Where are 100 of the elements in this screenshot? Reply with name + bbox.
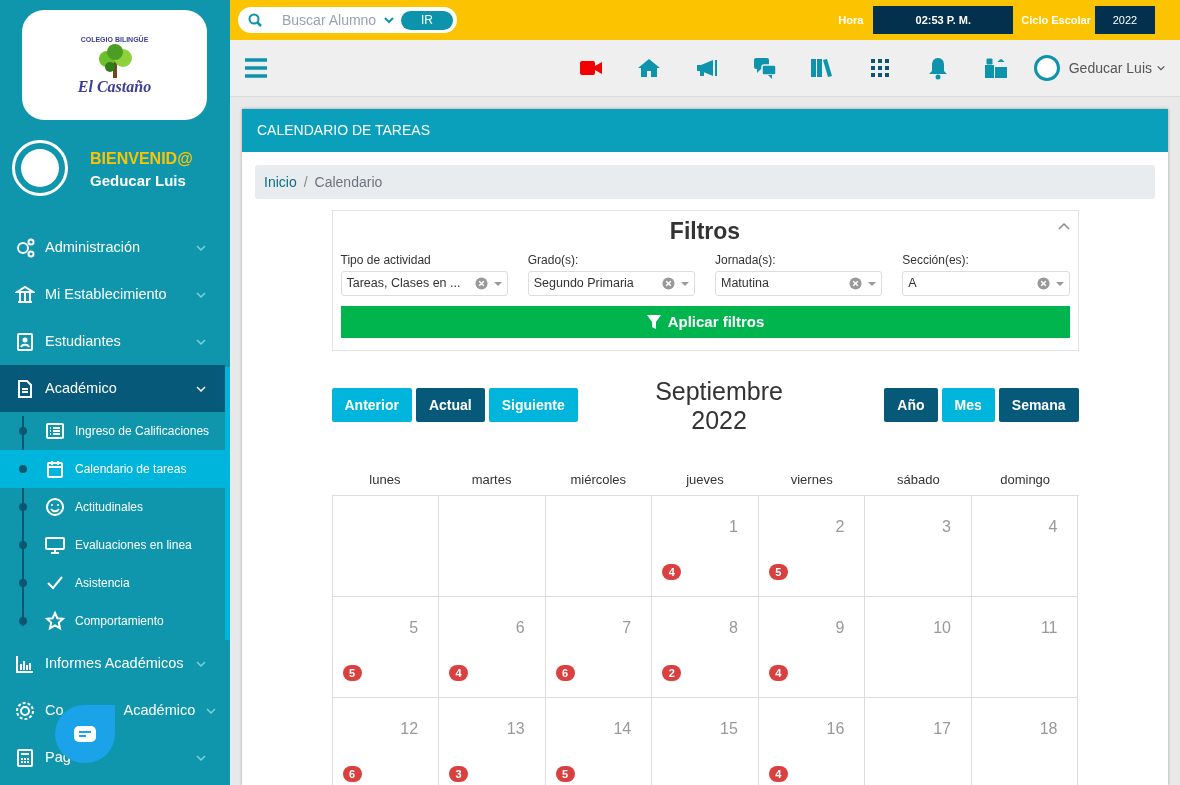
- day-number: 6: [515, 618, 525, 638]
- day-cell[interactable]: 6 4: [439, 597, 546, 698]
- menu-item[interactable]: Co Académico: [0, 687, 225, 734]
- menu-item[interactable]: Informes Académicos: [0, 640, 225, 687]
- collapse-icon[interactable]: [1057, 222, 1070, 230]
- task-count-badge[interactable]: 4: [768, 665, 788, 681]
- task-count-badge[interactable]: 4: [449, 665, 469, 681]
- day-number: 18: [1039, 719, 1058, 739]
- day-cell[interactable]: 2 5: [758, 496, 866, 597]
- user-name: Geducar Luis: [90, 171, 186, 191]
- day-number: 2: [835, 517, 845, 537]
- time-display: 02:53 P. M.: [873, 6, 1014, 34]
- list-icon: [45, 421, 65, 441]
- view-tab[interactable]: Año: [884, 388, 938, 422]
- calculator-icon: [15, 747, 35, 768]
- tree-node: [19, 503, 27, 511]
- caret-icon: [1055, 280, 1064, 287]
- home-icon[interactable]: [636, 56, 661, 80]
- clear-icon[interactable]: [1036, 277, 1050, 290]
- chat-icon: [73, 724, 97, 744]
- view-tab[interactable]: Semana: [998, 388, 1079, 422]
- star-icon: [45, 611, 65, 631]
- day-cell[interactable]: 7 6: [545, 597, 653, 698]
- task-count-badge[interactable]: 2: [662, 665, 682, 681]
- submenu-item[interactable]: Calendario de tareas: [0, 450, 225, 488]
- menu-item[interactable]: Administración: [0, 224, 225, 271]
- task-count-badge[interactable]: 5: [555, 766, 575, 782]
- menu-item[interactable]: Mi Establecimiento: [0, 271, 225, 318]
- submenu-item[interactable]: Evaluaciones en linea: [0, 526, 225, 564]
- clear-icon[interactable]: [849, 277, 863, 290]
- day-cell[interactable]: 14 5: [545, 698, 653, 785]
- task-count-badge[interactable]: 6: [342, 766, 362, 782]
- filters-title: Filtros: [669, 217, 741, 245]
- time-label: Hora: [838, 12, 864, 28]
- submenu-item[interactable]: Ingreso de Calificaciones: [0, 412, 225, 450]
- menu-item[interactable]: Estudiantes: [0, 318, 225, 365]
- day-cell[interactable]: 8 2: [652, 597, 759, 698]
- go-button[interactable]: IR: [401, 10, 453, 30]
- day-cell[interactable]: 11: [971, 597, 1079, 698]
- day-cell[interactable]: 17: [865, 698, 972, 785]
- breadcrumb-separator: /: [303, 172, 308, 192]
- submenu-item[interactable]: Actitudinales: [0, 488, 225, 526]
- day-number: 3: [942, 517, 951, 537]
- submenu-item[interactable]: Asistencia: [0, 564, 225, 602]
- day-cell[interactable]: 18: [971, 698, 1079, 785]
- day-cell[interactable]: 15: [652, 698, 759, 785]
- contact-card-icon: [15, 331, 35, 352]
- search-icon: [248, 13, 262, 27]
- clear-icon[interactable]: [662, 277, 675, 290]
- day-cell[interactable]: 16 4: [758, 698, 866, 785]
- task-count-badge[interactable]: 3: [449, 766, 469, 782]
- day-number: 9: [835, 618, 845, 638]
- submenu-item[interactable]: Comportamiento: [0, 602, 225, 640]
- field-label: Sección(es):: [902, 252, 970, 269]
- day-cell[interactable]: 3: [865, 496, 972, 597]
- menu-icon[interactable]: [244, 57, 268, 79]
- day-number: 7: [622, 618, 632, 638]
- task-count-badge[interactable]: 6: [555, 665, 575, 681]
- task-count-badge[interactable]: 5: [768, 564, 788, 580]
- day-cell[interactable]: 5 5: [332, 597, 440, 698]
- day-cell[interactable]: 4: [971, 496, 1079, 597]
- day-cell[interactable]: 13 3: [439, 698, 546, 785]
- gears-icon: [15, 237, 35, 258]
- weekday-header: martes: [471, 471, 512, 490]
- day-number: 12: [400, 719, 419, 739]
- menu-item[interactable]: Académico: [0, 365, 225, 412]
- clear-icon[interactable]: [474, 277, 488, 290]
- day-cell[interactable]: 1 4: [652, 496, 759, 597]
- apply-filters-button[interactable]: Aplicar filtros: [340, 306, 1070, 338]
- tree-node: [19, 427, 27, 435]
- view-tab[interactable]: Mes: [941, 388, 995, 422]
- chat-bubbles-icon[interactable]: [752, 56, 777, 80]
- day-cell[interactable]: 10: [865, 597, 972, 698]
- calendar-nav-button[interactable]: Siguiente: [488, 388, 578, 422]
- select-field[interactable]: Tareas, Clases en ...: [340, 271, 508, 296]
- day-number: 10: [933, 618, 951, 638]
- task-count-badge[interactable]: 5: [342, 665, 362, 681]
- weekday-header: sábado: [897, 471, 940, 490]
- chevron-icon: [1156, 63, 1166, 73]
- caret-icon: [493, 280, 502, 287]
- select-field[interactable]: Segundo Primaria: [527, 271, 695, 296]
- day-cell[interactable]: 12 6: [332, 698, 440, 785]
- books-icon[interactable]: [810, 56, 835, 80]
- breadcrumb-link[interactable]: Inicio: [264, 171, 297, 193]
- document-icon: [15, 378, 35, 399]
- avatar: [1034, 55, 1060, 81]
- calendar-nav-button[interactable]: Actual: [415, 388, 485, 422]
- gear-icon: [15, 700, 35, 721]
- user-menu[interactable]: Geducar Luis: [1068, 57, 1166, 79]
- caret-icon: [868, 280, 877, 287]
- calendar-nav-button[interactable]: Anterior: [331, 388, 412, 422]
- breadcrumb-current: Calendario: [314, 172, 383, 192]
- menu-label: Co: [45, 700, 64, 720]
- select-field[interactable]: A: [902, 271, 1070, 296]
- task-count-badge[interactable]: 4: [662, 564, 682, 580]
- task-count-badge[interactable]: 4: [768, 766, 788, 782]
- day-cell[interactable]: 9 4: [758, 597, 866, 698]
- caret-icon: [681, 280, 689, 287]
- select-field[interactable]: Matutina: [715, 271, 883, 296]
- search-field[interactable]: Buscar Alumno IR: [238, 7, 457, 33]
